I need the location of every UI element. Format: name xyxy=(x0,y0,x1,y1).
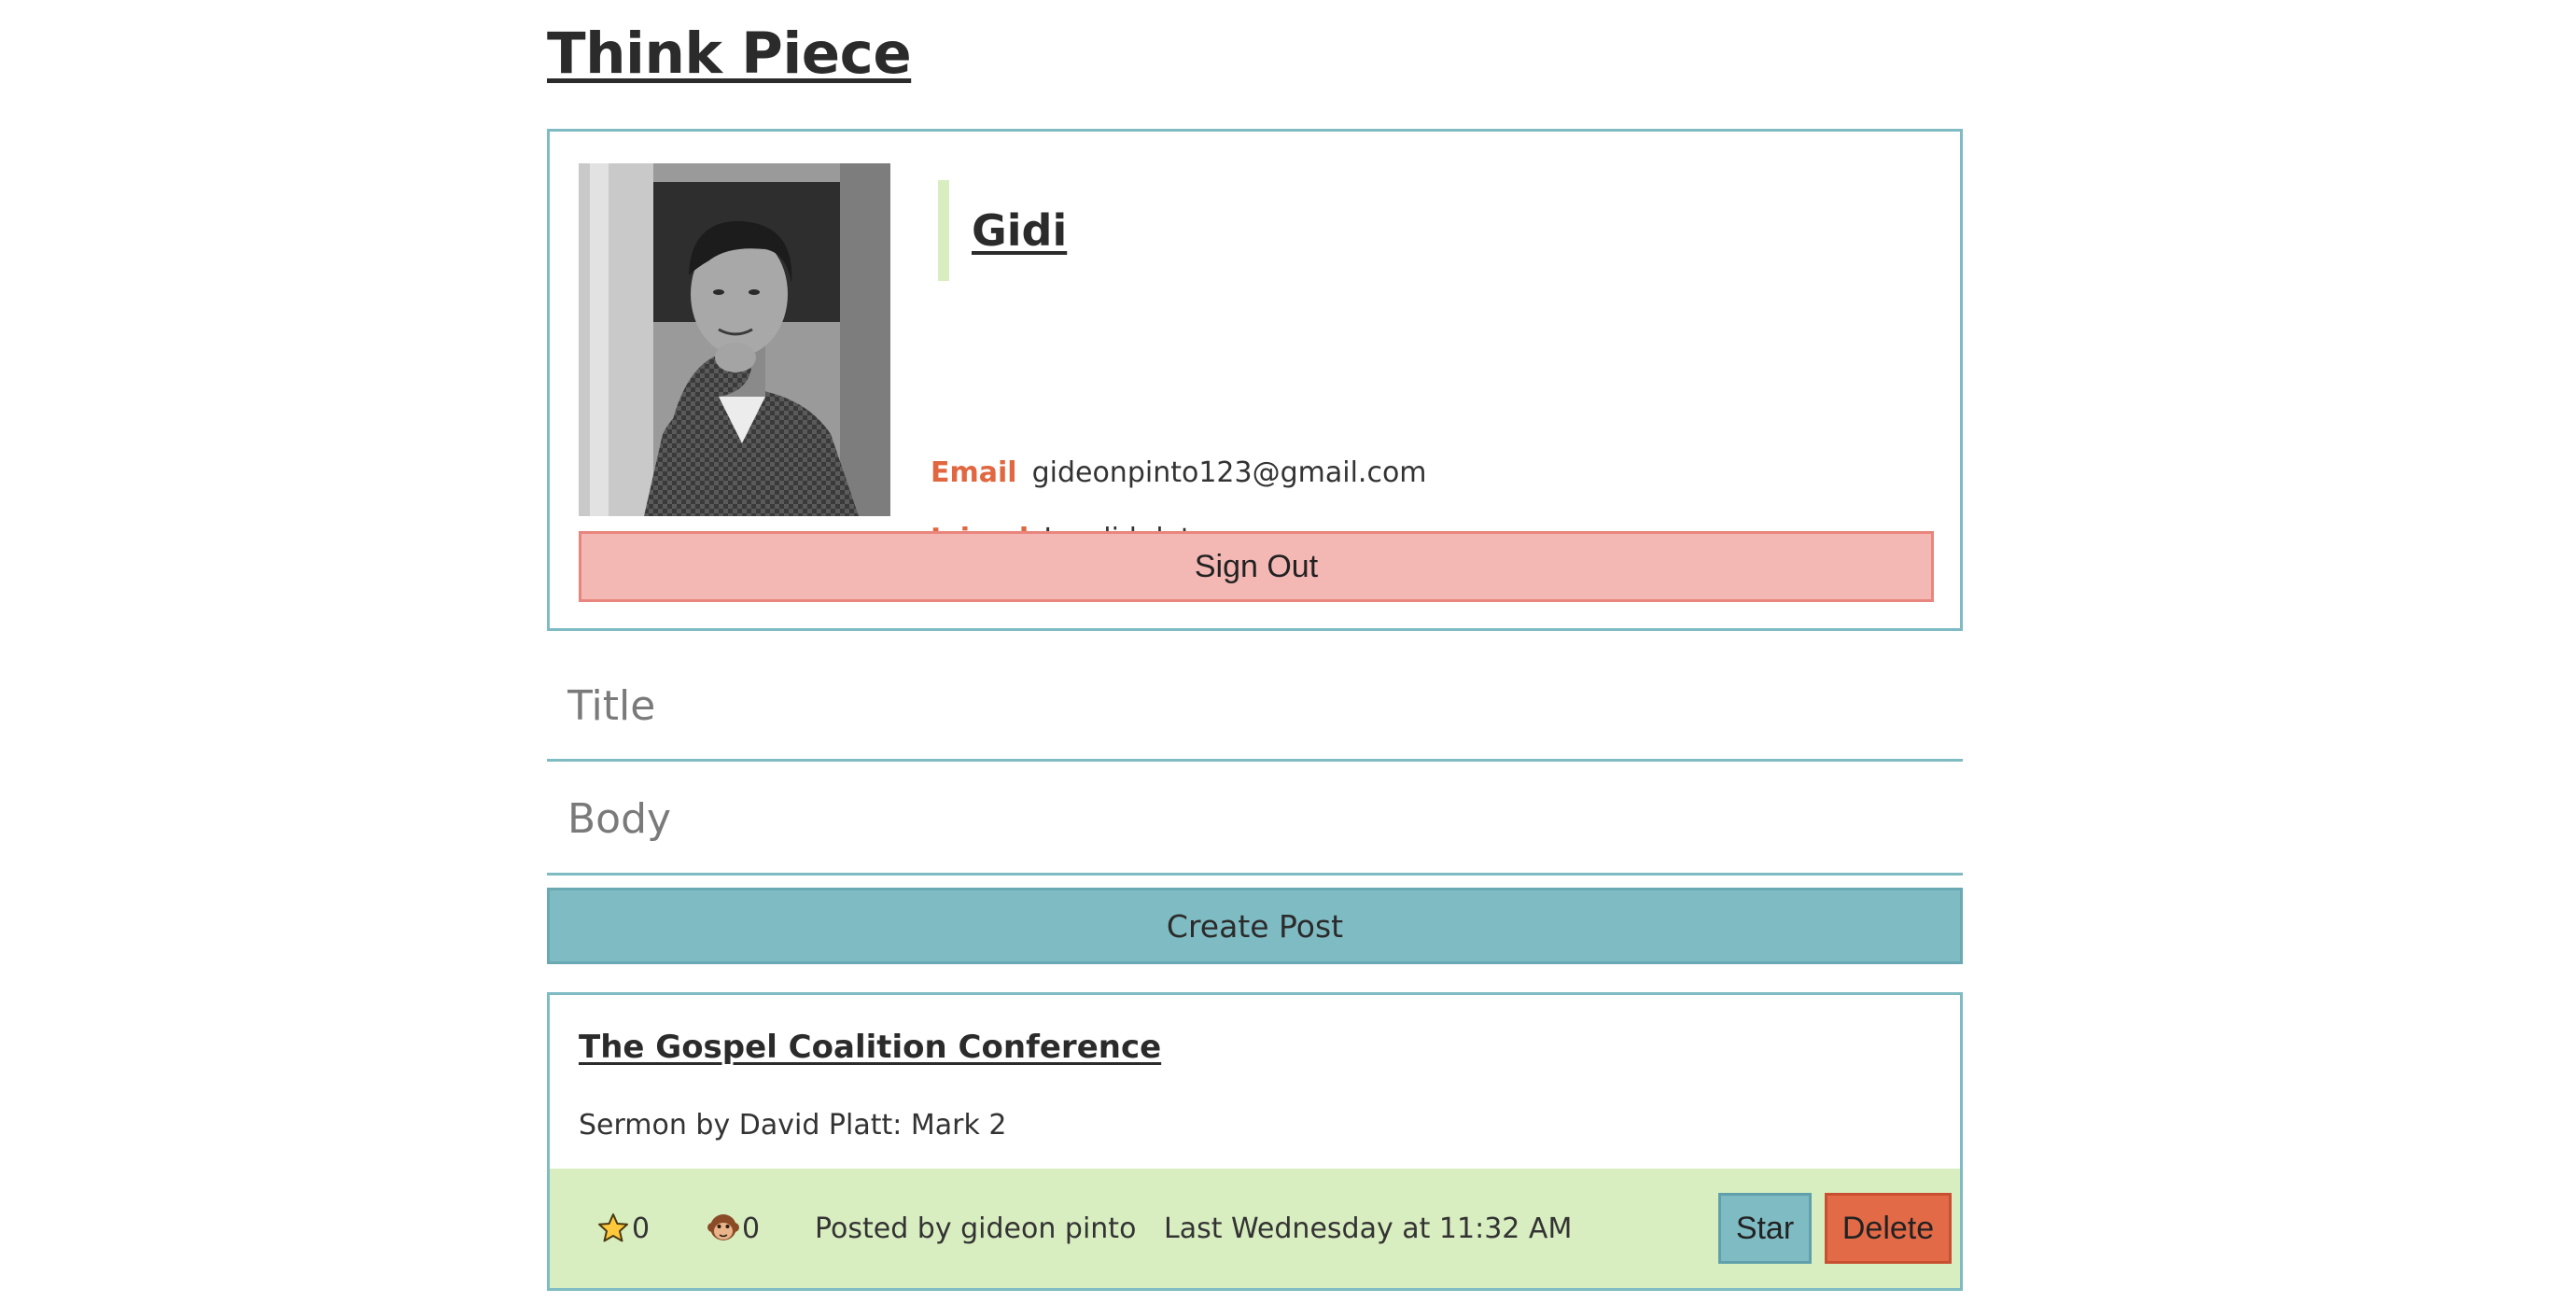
profile-name: Gidi xyxy=(972,205,1068,256)
post-title: The Gospel Coalition Conference xyxy=(579,1029,1162,1066)
stars-value: 0 xyxy=(632,1212,651,1245)
post-author: Posted by gideon pinto xyxy=(815,1212,1137,1245)
email-value: gideonpinto123@gmail.com xyxy=(1031,456,1427,489)
create-post-button[interactable]: Create Post xyxy=(547,888,1963,964)
title-input[interactable] xyxy=(547,653,1963,762)
body-input[interactable] xyxy=(547,765,1963,876)
post-meta-bar: 0 0 Posted by gideon pinto Last Wednesda… xyxy=(550,1169,1960,1288)
profile-email-row: Email gideonpinto123@gmail.com xyxy=(931,456,1427,489)
profile-name-block: Gidi xyxy=(938,180,1067,281)
delete-button[interactable]: Delete xyxy=(1825,1193,1952,1264)
user-profile-card: Gidi Emailgideonpinto123@gmail.com Joine… xyxy=(547,129,1963,631)
post-card: The Gospel Coalition Conference Sermon b… xyxy=(547,992,1963,1291)
star-button[interactable]: Star xyxy=(1718,1193,1812,1264)
avatar xyxy=(579,163,890,516)
star-icon xyxy=(596,1212,630,1245)
app-title: Think Piece xyxy=(547,21,912,87)
email-label: Email xyxy=(931,456,1017,489)
post-timestamp: Last Wednesday at 11:32 AM xyxy=(1164,1212,1573,1245)
comments-value: 0 xyxy=(742,1212,761,1245)
post-body: Sermon by David Platt: Mark 2 xyxy=(579,1109,1007,1142)
post-comments-count: 0 xyxy=(707,1169,760,1288)
user-photo xyxy=(579,163,890,516)
monkey-icon xyxy=(707,1212,740,1245)
post-stars-count: 0 xyxy=(596,1169,650,1288)
sign-out-button[interactable]: Sign Out xyxy=(579,531,1934,602)
